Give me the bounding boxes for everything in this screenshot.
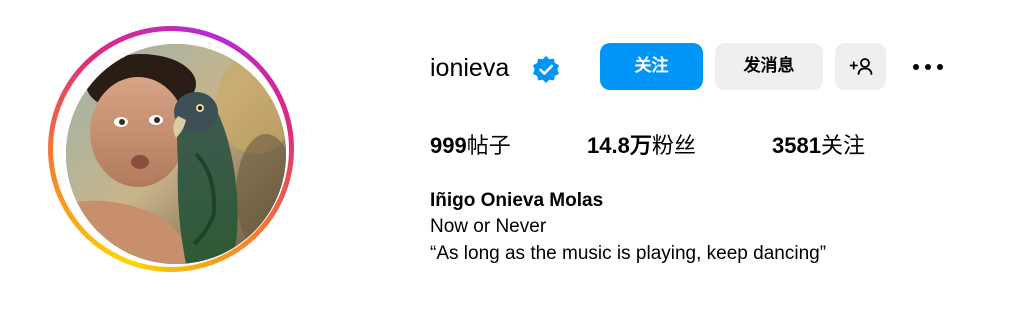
posts-count: 999 <box>430 133 467 158</box>
followers-label: 粉丝 <box>651 134 696 159</box>
avatar[interactable] <box>66 44 286 264</box>
bio-line: Now or Never <box>430 216 547 237</box>
followers-stat[interactable]: 14.8万粉丝 <box>587 128 696 165</box>
username: ionieva <box>430 54 510 82</box>
following-label: 关注 <box>820 134 865 159</box>
full-name: Iñigo Onieva Molas <box>430 190 604 211</box>
bio-line: “As long as the music is playing, keep d… <box>430 243 827 264</box>
avatar-image <box>66 44 286 264</box>
verified-badge-icon <box>533 56 559 83</box>
followers-count: 14.8万 <box>587 133 652 158</box>
more-horizontal-icon[interactable] <box>908 50 948 84</box>
avatar-story-ring[interactable] <box>48 26 294 272</box>
follow-button[interactable]: 关注 <box>600 43 703 90</box>
add-person-icon <box>849 58 873 75</box>
following-count: 3581 <box>772 133 821 158</box>
message-button[interactable]: 发消息 <box>715 43 823 90</box>
posts-label: 帖子 <box>466 134 511 159</box>
posts-stat[interactable]: 999帖子 <box>430 128 511 165</box>
suggested-accounts-button[interactable] <box>835 43 886 90</box>
following-stat[interactable]: 3581关注 <box>772 128 865 165</box>
avatar-ring-gap <box>53 31 289 267</box>
